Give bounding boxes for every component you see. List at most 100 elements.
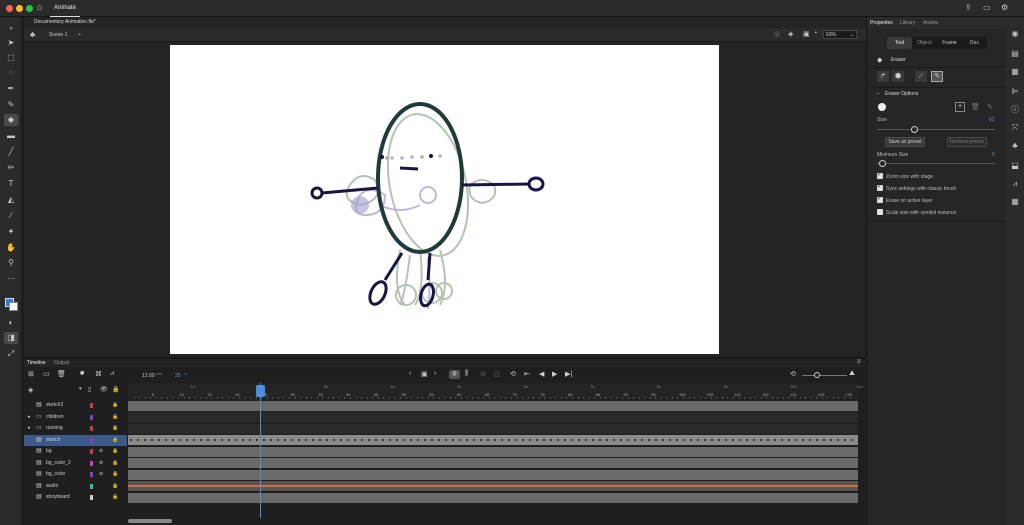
object-drawing-icon[interactable]: ◐ [4, 317, 18, 329]
lock-icon[interactable]: 🔒 [112, 492, 118, 503]
panel-menu-icon[interactable]: ≡ [857, 359, 861, 365]
keyframe[interactable] [193, 439, 195, 441]
keyframe[interactable] [480, 439, 482, 441]
keyframe[interactable] [144, 439, 146, 441]
keyframe[interactable] [830, 439, 832, 441]
frame-track[interactable] [128, 458, 858, 468]
sync-settings-checkbox[interactable] [877, 183, 883, 191]
assets-panel-icon[interactable]: ▦ [1010, 67, 1020, 77]
layer-row-sketch2[interactable]: ▤ sketch2 🔒 [24, 400, 127, 411]
keyframe[interactable] [508, 439, 510, 441]
save-preset-button[interactable]: Save as preset [885, 137, 925, 147]
keyframe[interactable] [690, 439, 692, 441]
keyframe[interactable] [711, 439, 713, 441]
smooth-icon[interactable]: ⤢ [4, 348, 18, 360]
keyframe[interactable] [760, 439, 762, 441]
layer-color-chip[interactable] [90, 483, 93, 489]
keyframe[interactable] [669, 439, 671, 441]
motion-tween-icon[interactable]: ◰ [494, 370, 501, 378]
keyframe[interactable] [186, 439, 188, 441]
transform-panel-icon[interactable]: ⤧ [1010, 123, 1020, 133]
settings-icon[interactable]: ⚙ [1001, 3, 1008, 12]
app-tab[interactable]: Animate [50, 0, 81, 17]
color-panel-icon[interactable]: ♣ [1010, 141, 1020, 151]
min-size-slider-track[interactable] [877, 163, 995, 164]
keyframe[interactable] [725, 439, 727, 441]
zoom-fit-icon[interactable]: ⛰ [849, 370, 855, 378]
keyframe[interactable] [340, 439, 342, 441]
stage-canvas[interactable] [170, 45, 719, 354]
keyframe[interactable] [599, 439, 601, 441]
keyframe[interactable] [396, 439, 398, 441]
keyframe[interactable] [683, 439, 685, 441]
more-tools-icon[interactable]: ··· [4, 273, 18, 285]
eraser-mode-icon[interactable]: ↱ [877, 71, 889, 82]
keyframe[interactable] [228, 439, 230, 441]
min-size-value[interactable]: 0 [992, 152, 995, 158]
keyframe[interactable] [543, 439, 545, 441]
keyframe[interactable] [368, 439, 370, 441]
keyframe[interactable] [816, 439, 818, 441]
frame-track[interactable] [128, 423, 858, 434]
pen-tool-icon[interactable]: ✒ [4, 83, 18, 95]
frame-track[interactable] [128, 435, 858, 445]
keyframe[interactable] [305, 439, 307, 441]
keyframe[interactable] [270, 439, 272, 441]
keyframe[interactable] [438, 439, 440, 441]
keyframe[interactable] [410, 439, 412, 441]
subtab-tool[interactable]: Tool [887, 37, 912, 49]
keyframe[interactable] [319, 439, 321, 441]
frame-track[interactable] [128, 481, 858, 491]
subtab-object[interactable]: Object [912, 37, 937, 49]
step-back-icon[interactable]: ◀ [539, 370, 544, 378]
erase-active-layer-checkbox[interactable] [877, 195, 883, 203]
lock-icon[interactable]: 🔒 [112, 481, 118, 492]
next-keyframe-icon[interactable]: › [434, 370, 436, 377]
keyframe[interactable] [235, 439, 237, 441]
keyframe[interactable] [326, 439, 328, 441]
layer-color-chip[interactable] [90, 426, 93, 431]
keyframe[interactable] [809, 439, 811, 441]
free-transform-icon[interactable]: ⬚ [4, 52, 18, 64]
min-size-slider-thumb[interactable] [879, 160, 886, 167]
keyframe[interactable] [739, 439, 741, 441]
playhead-handle[interactable] [256, 385, 265, 397]
close-window-button[interactable] [6, 5, 13, 12]
clip-icon[interactable]: ◈ [788, 30, 793, 38]
layer-color-chip[interactable] [90, 472, 93, 477]
keyframe[interactable] [746, 439, 748, 441]
lock-icon[interactable]: 🔒 [112, 412, 118, 423]
keyframe[interactable] [501, 439, 503, 441]
subtab-frame[interactable]: Frame [937, 37, 962, 49]
keyframe[interactable] [529, 439, 531, 441]
keyframe[interactable] [165, 439, 167, 441]
keyframe[interactable] [788, 439, 790, 441]
lock-icon[interactable]: 🔒 [112, 435, 118, 446]
frame-track[interactable] [128, 400, 858, 411]
keyframe[interactable] [515, 439, 517, 441]
loop-icon[interactable]: ⟲ [510, 370, 516, 378]
delete-layer-icon[interactable]: 🗑 [57, 370, 66, 378]
visibility-header-icon[interactable]: 👁 [100, 386, 108, 393]
keyframe[interactable] [697, 439, 699, 441]
keyframe[interactable] [571, 439, 573, 441]
hidden-icon[interactable]: ⊘ [99, 458, 103, 469]
info-panel-icon[interactable]: ⓘ [1010, 105, 1020, 115]
chevron-down-icon[interactable]: ⌄ [77, 30, 82, 37]
lock-header-icon[interactable]: 🔒 [112, 386, 119, 393]
keyframe[interactable] [207, 439, 209, 441]
keyframe[interactable] [347, 439, 349, 441]
layer-name[interactable]: bg_color_2 [46, 458, 71, 469]
insert-keyframe-icon[interactable]: ▣ [421, 370, 428, 378]
pencil-tool-icon[interactable]: ✏ [4, 162, 18, 174]
layer-name[interactable]: sketch2 [46, 400, 63, 411]
onion-skin-icon[interactable]: ◍ [449, 370, 460, 379]
keyframe[interactable] [662, 439, 664, 441]
motion-panel-icon[interactable]: ⬓ [1010, 161, 1020, 171]
keyframe[interactable] [466, 439, 468, 441]
brush-tool-icon[interactable]: ✎ [4, 99, 18, 111]
keyframe[interactable] [221, 439, 223, 441]
layer-color-chip[interactable] [90, 460, 93, 466]
prev-keyframe-icon[interactable]: ‹ [409, 370, 411, 377]
keyframe[interactable] [585, 439, 587, 441]
